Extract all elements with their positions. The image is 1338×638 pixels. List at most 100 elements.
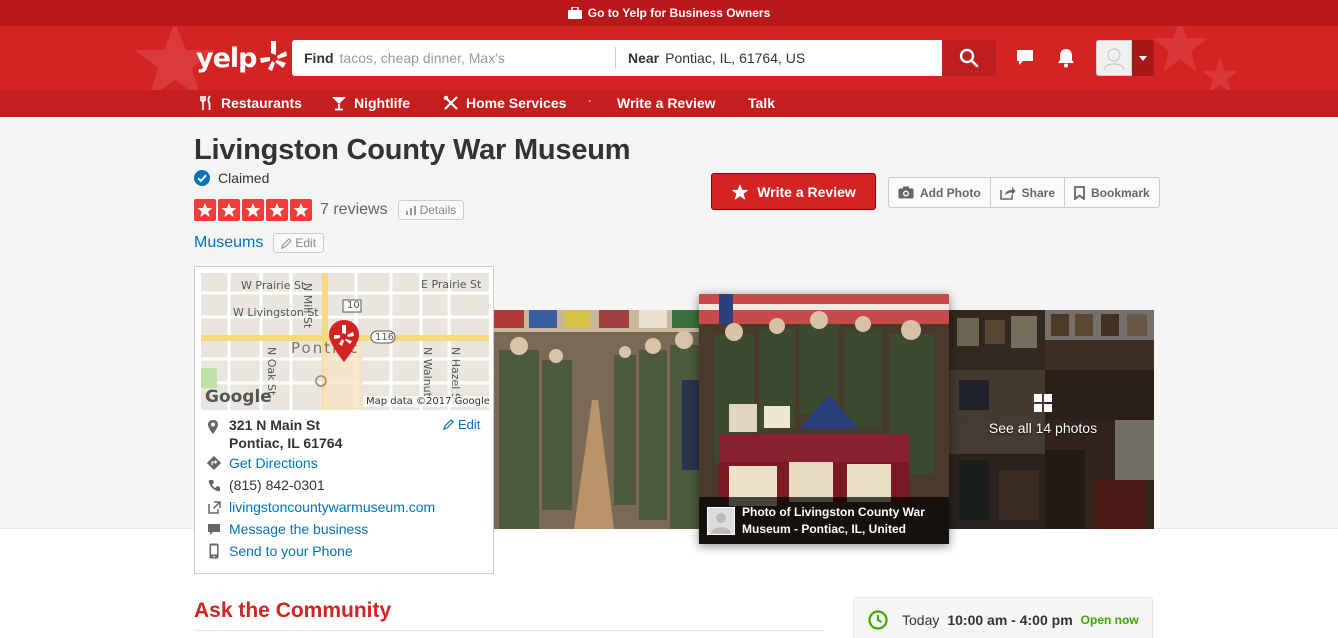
message-icon [208,523,220,535]
uploader-avatar[interactable] [707,506,735,535]
bookmark-button[interactable]: Bookmark [1065,178,1159,207]
write-review-label: Write a Review [757,183,856,200]
yelp-logo[interactable]: yelp [196,38,288,78]
search-button[interactable] [942,40,996,76]
briefcase-icon [567,7,582,19]
edit-label: Edit [295,236,317,250]
star-icon [245,203,261,217]
message-business-link[interactable]: Message the business [229,521,368,537]
photo-caption: Photo of Livingston County War Museum - … [699,497,949,544]
open-status: Open now [1080,612,1139,627]
write-review-button[interactable]: Write a Review [711,173,876,210]
review-count[interactable]: 7 reviews [320,201,388,219]
website-row: livingstoncountywarmuseum.com [207,499,435,515]
notifications-button[interactable] [1054,46,1078,70]
nav-home-services[interactable]: Home Services [443,95,566,111]
phone-row: (815) 842-0301 [207,477,325,493]
edit-category-button[interactable]: Edit [273,233,325,253]
star-icon [197,203,213,217]
map-street-label: E Prairie St [421,278,482,291]
share-label: Share [1021,185,1056,200]
fork-knife-icon [200,95,211,110]
map-route-label: 10 [347,300,360,311]
external-link-icon [207,500,221,514]
business-owners-link[interactable]: Go to Yelp for Business Owners [588,6,771,20]
map-card: W Prairie St E Prairie St N Mill St 10 W… [194,266,494,574]
find-label: Find [304,50,334,66]
header: yelp Find tacos, cheap dinner, Max's Nea… [0,26,1338,90]
nav-talk-label: Talk [748,95,775,111]
details-label: Details [419,203,457,217]
nav-nightlife[interactable]: Nightlife [331,95,410,111]
nav-write-review[interactable]: Write a Review [617,95,716,111]
grid-icon [1034,394,1052,412]
nav-nightlife-label: Nightlife [354,95,410,111]
address-block: 321 N Main St Pontiac, IL 61764 Edit [207,417,483,451]
avatar[interactable] [1096,40,1132,76]
map-street-label: N Walnut [421,347,434,397]
share-button[interactable]: Share [991,178,1066,207]
hours-today-label: Today [902,611,940,628]
photo-left[interactable] [494,310,699,529]
near-field[interactable]: Near Pontiac, IL, 61764, US [616,50,805,66]
near-input[interactable]: Pontiac, IL, 61764, US [665,50,805,66]
map-provider-logo: Google [205,387,272,407]
map[interactable]: W Prairie St E Prairie St N Mill St 10 W… [201,273,489,410]
star-icon [731,183,749,200]
map-street-label: W Prairie St [241,279,306,292]
star-icon [269,203,285,217]
edit-address-label: Edit [458,417,481,432]
nav-restaurants-label: Restaurants [221,95,302,111]
find-input[interactable]: tacos, cheap dinner, Max's [340,50,505,66]
rating-star [194,199,216,221]
nav-home-services-label: Home Services [466,95,567,111]
category-link[interactable]: Museums [194,234,263,252]
featured-photo[interactable]: Photo of Livingston County War Museum - … [699,294,949,544]
messages-button[interactable] [1013,46,1037,70]
rating-star [242,199,264,221]
claimed-badge: Claimed [194,170,269,186]
bell-icon [1058,49,1074,68]
page-title: Livingston County War Museum [194,134,631,166]
send-phone-row: Send to your Phone [207,543,353,559]
bookmark-icon [1074,185,1085,200]
cocktail-icon [332,97,346,111]
star-decoration-icon [1201,57,1239,90]
category-row: Museums Edit [194,233,325,253]
add-photo-button[interactable]: Add Photo [889,178,991,207]
search-bar: Find tacos, cheap dinner, Max's Near Pon… [292,40,942,76]
nav-restaurants[interactable]: Restaurants [198,95,302,111]
map-route-label: 116 [375,332,395,343]
rating-star [290,199,312,221]
share-icon [999,186,1016,200]
details-button[interactable]: Details [397,200,465,220]
business-owners-banner[interactable]: Go to Yelp for Business Owners [0,0,1338,26]
location-pin-icon [208,420,218,434]
bar-chart-icon [405,205,416,215]
see-all-label: See all 14 photos [988,420,1098,436]
caret-down-icon [1139,55,1147,61]
edit-address-button[interactable]: Edit [443,417,480,432]
rating-star [218,199,240,221]
clock-icon [868,609,888,630]
find-field[interactable]: Find tacos, cheap dinner, Max's [292,47,616,69]
yelp-burst-icon [259,41,287,71]
send-to-phone-link[interactable]: Send to your Phone [229,543,353,559]
get-directions-link[interactable]: Get Directions [229,455,318,471]
phone-icon [208,479,220,491]
category-nav: Restaurants Nightlife Home Services · Wr… [0,90,1338,117]
user-menu[interactable] [1096,40,1154,76]
see-all-photos[interactable]: See all 14 photos [949,394,1137,436]
speech-bubble-icon [1017,50,1033,65]
bookmark-label: Bookmark [1091,185,1150,200]
hours-time: 10:00 am - 4:00 pm [947,611,1073,628]
address-line-2: Pontiac, IL 61764 [229,435,343,451]
user-menu-caret[interactable] [1132,40,1154,76]
search-icon [959,48,979,68]
rating-row: 7 reviews Details [194,199,465,221]
map-attribution: Map data ©2017 Google [363,396,489,407]
pencil-icon [443,419,454,430]
website-link[interactable]: livingstoncountywarmuseum.com [229,499,435,515]
directions-row: Get Directions [207,455,318,471]
nav-talk[interactable]: Talk [748,95,775,111]
